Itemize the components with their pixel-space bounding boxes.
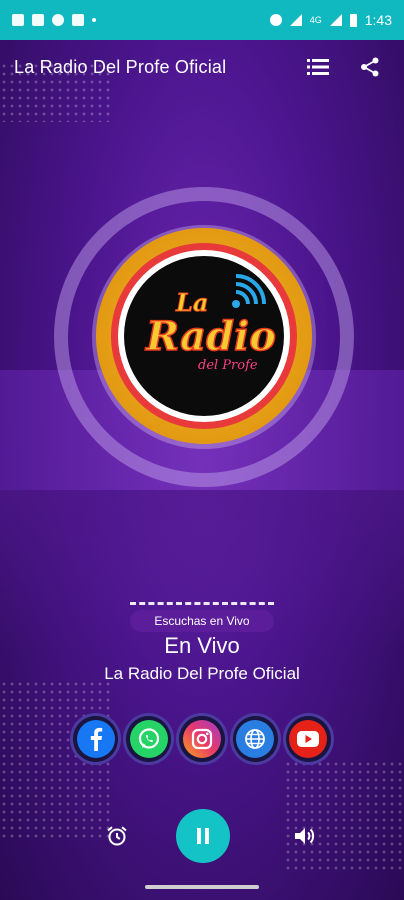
status-time: 1:43 bbox=[364, 12, 392, 28]
youtube-notification-icon bbox=[32, 14, 44, 26]
alarm-icon bbox=[107, 826, 127, 846]
website-button[interactable] bbox=[229, 713, 281, 765]
alarm-status-icon bbox=[269, 14, 282, 26]
image-notification-icon bbox=[12, 14, 24, 26]
globe-icon bbox=[245, 729, 266, 749]
listeners-divider bbox=[130, 602, 274, 605]
whatsapp-button[interactable] bbox=[123, 713, 175, 765]
volume-button[interactable] bbox=[278, 809, 332, 863]
app-title: La Radio Del Profe Oficial bbox=[14, 56, 227, 77]
status-bar: 4G 1:43 bbox=[0, 0, 404, 40]
pause-icon bbox=[197, 828, 209, 844]
gesture-nav-bar[interactable] bbox=[145, 885, 259, 889]
social-links bbox=[70, 713, 335, 765]
live-status: En Vivo bbox=[164, 633, 240, 658]
share-button[interactable] bbox=[350, 47, 390, 87]
list-icon bbox=[307, 59, 329, 75]
broadcast-waves-icon bbox=[232, 274, 266, 308]
listeners-badge: Escuchas en Vivo bbox=[130, 610, 274, 632]
whatsapp-icon bbox=[138, 728, 159, 749]
share-icon bbox=[361, 57, 379, 77]
app-bar: La Radio Del Profe Oficial bbox=[0, 40, 404, 94]
facebook-icon bbox=[90, 727, 102, 751]
network-type: 4G bbox=[309, 15, 322, 25]
volume-icon bbox=[295, 828, 315, 844]
station-name: La Radio Del Profe Oficial bbox=[104, 664, 300, 683]
playlist-button[interactable] bbox=[298, 47, 338, 87]
alarm-button[interactable] bbox=[90, 809, 144, 863]
youtube-button[interactable] bbox=[282, 713, 335, 765]
instagram-icon bbox=[191, 728, 213, 750]
gmail-notification-icon bbox=[72, 14, 84, 26]
youtube-icon bbox=[297, 731, 320, 747]
logo-text-radio: Radio bbox=[145, 313, 276, 360]
battery-icon bbox=[349, 13, 357, 27]
notification-icon bbox=[52, 14, 64, 26]
logo-text-del-profe: del Profe bbox=[198, 358, 258, 373]
facebook-button[interactable] bbox=[70, 713, 122, 765]
wifi-icon bbox=[289, 14, 302, 26]
more-notifications-icon bbox=[92, 18, 96, 22]
instagram-button[interactable] bbox=[176, 713, 228, 765]
station-logo: La Radio del Profe bbox=[124, 256, 284, 416]
signal-icon bbox=[329, 14, 342, 26]
play-pause-button[interactable] bbox=[176, 809, 230, 863]
